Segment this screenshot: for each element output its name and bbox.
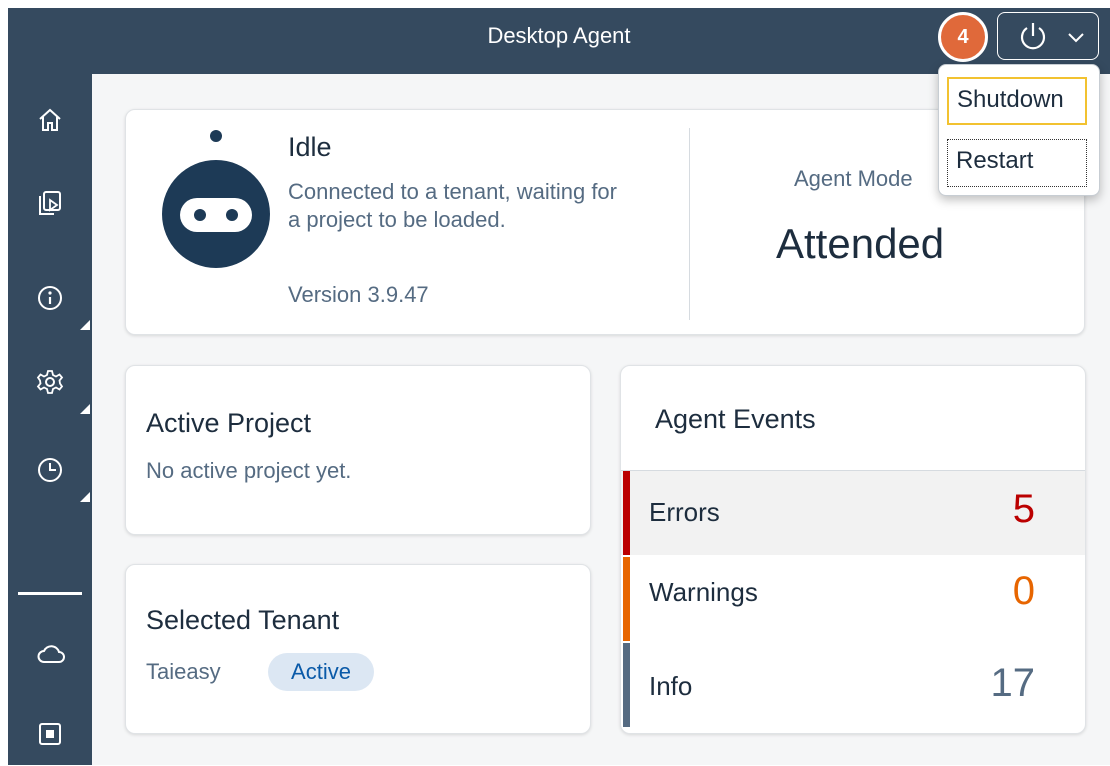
active-project-title: Active Project	[146, 408, 312, 438]
active-project-card[interactable]: Active Project No active project yet.	[125, 365, 591, 535]
selected-tenant-card[interactable]: Selected Tenant Taieasy Active	[125, 564, 591, 734]
agent-events-card: Agent Events Errors 5 Warnings 0 Info 17	[620, 365, 1086, 734]
agent-mode-value: Attended	[776, 220, 945, 267]
severity-bar	[623, 471, 630, 555]
expand-indicator	[80, 492, 90, 502]
side-navigation	[8, 74, 92, 765]
clock-icon	[38, 458, 62, 482]
severity-bar	[623, 557, 630, 641]
info-icon	[38, 286, 62, 310]
event-label: Info	[649, 671, 693, 701]
expand-indicator	[80, 320, 90, 330]
power-icon	[1020, 23, 1046, 50]
status-title: Idle	[288, 132, 332, 162]
nav-item-screens[interactable]	[8, 174, 92, 234]
event-count: 17	[990, 661, 1036, 705]
nav-item-home[interactable]	[8, 92, 92, 152]
screen-play-icon	[39, 191, 61, 215]
cloud-icon	[37, 645, 65, 663]
sidebar-separator	[18, 592, 82, 595]
event-row-info[interactable]: Info 17	[621, 643, 1085, 727]
tenant-name: Taieasy	[146, 659, 221, 684]
event-count: 0	[1012, 569, 1035, 613]
severity-bar	[623, 643, 630, 727]
power-menu-button[interactable]	[997, 12, 1099, 60]
notification-badge[interactable]: 4	[938, 12, 988, 62]
agent-version: Version 3.9.47	[288, 282, 429, 307]
nav-item-info[interactable]	[8, 270, 92, 330]
power-dropdown-menu: Shutdown Restart	[938, 64, 1100, 196]
menu-item-shutdown[interactable]: Shutdown	[947, 77, 1087, 125]
event-label: Errors	[649, 497, 720, 527]
app-window: Desktop Agent 4 Idle Connected to a tena…	[0, 0, 1110, 765]
status-description: Connected to a tenant, waiting for a pro…	[288, 179, 617, 232]
event-count: 5	[1012, 487, 1035, 531]
record-icon	[39, 723, 61, 745]
event-label: Warnings	[649, 577, 758, 607]
home-icon	[39, 108, 61, 131]
nav-item-cloud[interactable]	[8, 626, 92, 686]
nav-item-recorder[interactable]	[8, 706, 92, 766]
divider	[689, 128, 690, 320]
robot-avatar-icon	[162, 130, 270, 268]
tenant-status-badge: Active	[268, 653, 374, 691]
menu-item-restart[interactable]: Restart	[947, 139, 1087, 187]
event-row-errors[interactable]: Errors 5	[621, 471, 1085, 555]
gear-icon	[36, 370, 64, 394]
selected-tenant-title: Selected Tenant	[146, 605, 340, 635]
agent-events-title: Agent Events	[655, 404, 816, 434]
nav-item-settings[interactable]	[8, 354, 92, 414]
chevron-down-icon	[1068, 33, 1084, 43]
event-row-warnings[interactable]: Warnings 0	[621, 557, 1085, 641]
active-project-subtitle: No active project yet.	[146, 458, 352, 483]
nav-item-history[interactable]	[8, 442, 92, 502]
agent-mode-label: Agent Mode	[794, 166, 913, 191]
expand-indicator	[80, 404, 90, 414]
